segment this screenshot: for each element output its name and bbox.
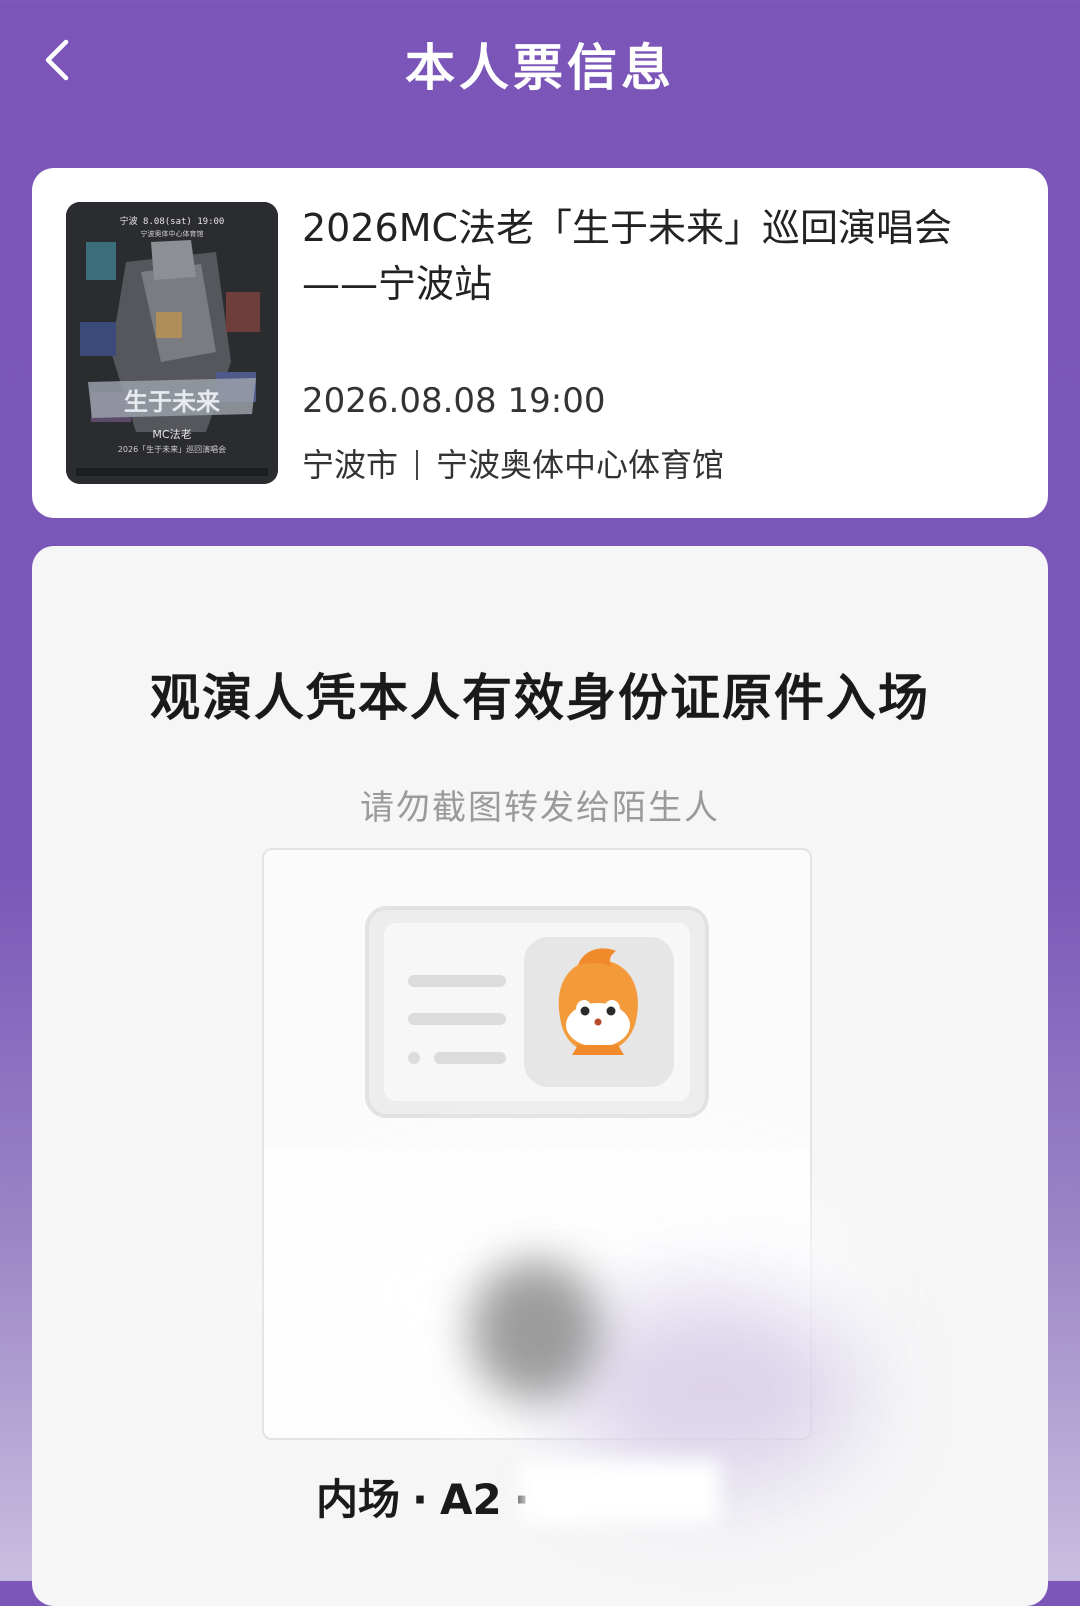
seat-separator: · bbox=[412, 1475, 428, 1524]
event-card[interactable]: 生于未来 宁波 8.08(sat) 19:00 宁波奥体中心体育馆 MC法老 2… bbox=[32, 168, 1048, 518]
event-city: 宁波市 bbox=[302, 446, 399, 484]
seat-info: 内场·A2· bbox=[316, 1466, 542, 1527]
event-title: 2026MC法老「生于未来」巡回演唱会——宁波站 bbox=[302, 206, 953, 306]
poster-tour: 2026「生于未来」巡回演唱会 bbox=[118, 444, 226, 454]
poster-artist: MC法老 bbox=[152, 427, 191, 441]
event-datetime: 2026.08.08 19:00 bbox=[302, 381, 606, 421]
poster-logo-text: 生于未来 bbox=[124, 388, 221, 416]
seat-redaction bbox=[520, 1460, 720, 1524]
top-navigation-bar: 本人票信息 bbox=[0, 0, 1080, 120]
location-divider bbox=[416, 450, 419, 480]
poster-top-line: 宁波 8.08(sat) 19:00 bbox=[120, 215, 225, 227]
event-poster: 生于未来 宁波 8.08(sat) 19:00 宁波奥体中心体育馆 MC法老 2… bbox=[66, 202, 278, 484]
page-title: 本人票信息 bbox=[405, 39, 675, 97]
poster-sub-line: 宁波奥体中心体育馆 bbox=[141, 229, 204, 238]
ticket-card: 观演人凭本人有效身份证原件入场 请勿截图转发给陌生人 内场·A2· bbox=[32, 546, 1048, 1606]
seat-row: A2 bbox=[439, 1475, 502, 1524]
seat-area: 内场 bbox=[316, 1475, 401, 1524]
screenshot-warning: 请勿截图转发给陌生人 bbox=[360, 788, 720, 828]
redaction-blur bbox=[470, 1260, 600, 1400]
entry-notice: 观演人凭本人有效身份证原件入场 bbox=[150, 669, 930, 727]
event-venue: 宁波奥体中心体育馆 bbox=[436, 446, 725, 484]
id-card-icon bbox=[365, 906, 709, 1118]
event-location: 宁波市 宁波奥体中心体育馆 bbox=[302, 440, 724, 486]
